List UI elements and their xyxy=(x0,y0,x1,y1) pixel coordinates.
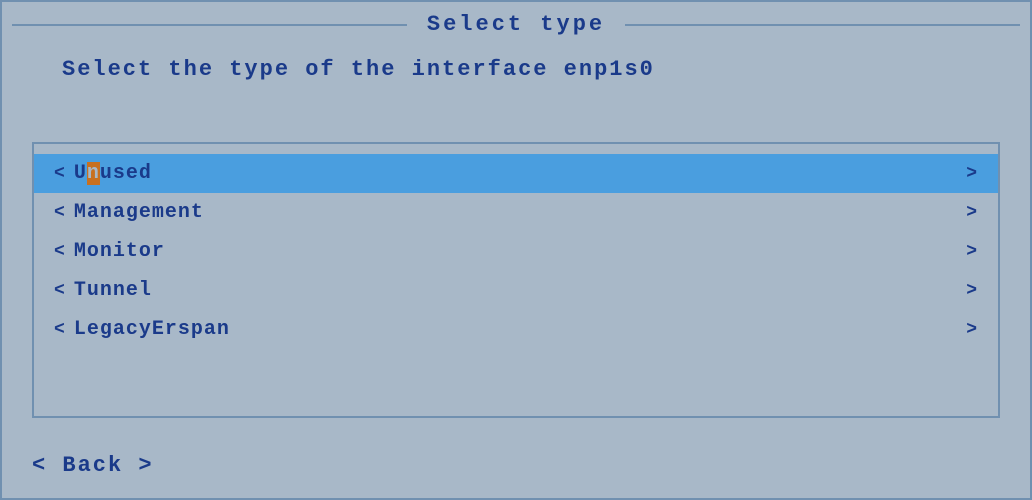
list-item-management[interactable]: < Management > xyxy=(34,193,998,232)
left-arrow-tunnel: < xyxy=(54,281,66,301)
title-line-right xyxy=(625,24,1020,26)
list-item-management-label: Management xyxy=(74,201,204,224)
page-title: Select type xyxy=(417,12,615,37)
list-item-tunnel-left: < Tunnel xyxy=(54,279,152,302)
right-arrow-monitor: > xyxy=(966,242,978,262)
list-item-legacyerspan-left: < LegacyErspan xyxy=(54,318,230,341)
list-item-tunnel[interactable]: < Tunnel > xyxy=(34,271,998,310)
list-item-management-left: < Management xyxy=(54,201,204,224)
list-item-monitor-label: Monitor xyxy=(74,240,165,263)
right-arrow-legacyerspan: > xyxy=(966,320,978,340)
list-item-monitor-left: < Monitor xyxy=(54,240,165,263)
right-arrow-tunnel: > xyxy=(966,281,978,301)
title-bar: Select type xyxy=(2,12,1030,37)
list-item-monitor[interactable]: < Monitor > xyxy=(34,232,998,271)
list-item-unused-label: Unused xyxy=(74,162,152,185)
subtitle-text: Select the type of the interface enp1s0 xyxy=(62,57,655,82)
main-container: Select type Select the type of the inter… xyxy=(0,0,1032,500)
list-item-unused[interactable]: < Unused > xyxy=(34,154,998,193)
left-arrow-unused: < xyxy=(54,164,66,184)
left-arrow-monitor: < xyxy=(54,242,66,262)
list-item-unused-left: < Unused xyxy=(54,162,152,185)
highlighted-char-unused: n xyxy=(87,162,100,185)
left-arrow-legacyerspan: < xyxy=(54,320,66,340)
right-arrow-unused: > xyxy=(966,164,978,184)
title-line-left xyxy=(12,24,407,26)
list-item-legacyerspan-label: LegacyErspan xyxy=(74,318,230,341)
back-button[interactable]: < Back > xyxy=(32,453,154,478)
list-item-legacyerspan[interactable]: < LegacyErspan > xyxy=(34,310,998,349)
left-arrow-management: < xyxy=(54,203,66,223)
right-arrow-management: > xyxy=(966,203,978,223)
list-item-tunnel-label: Tunnel xyxy=(74,279,152,302)
type-list: < Unused > < Management > < Monitor > < xyxy=(32,142,1000,418)
